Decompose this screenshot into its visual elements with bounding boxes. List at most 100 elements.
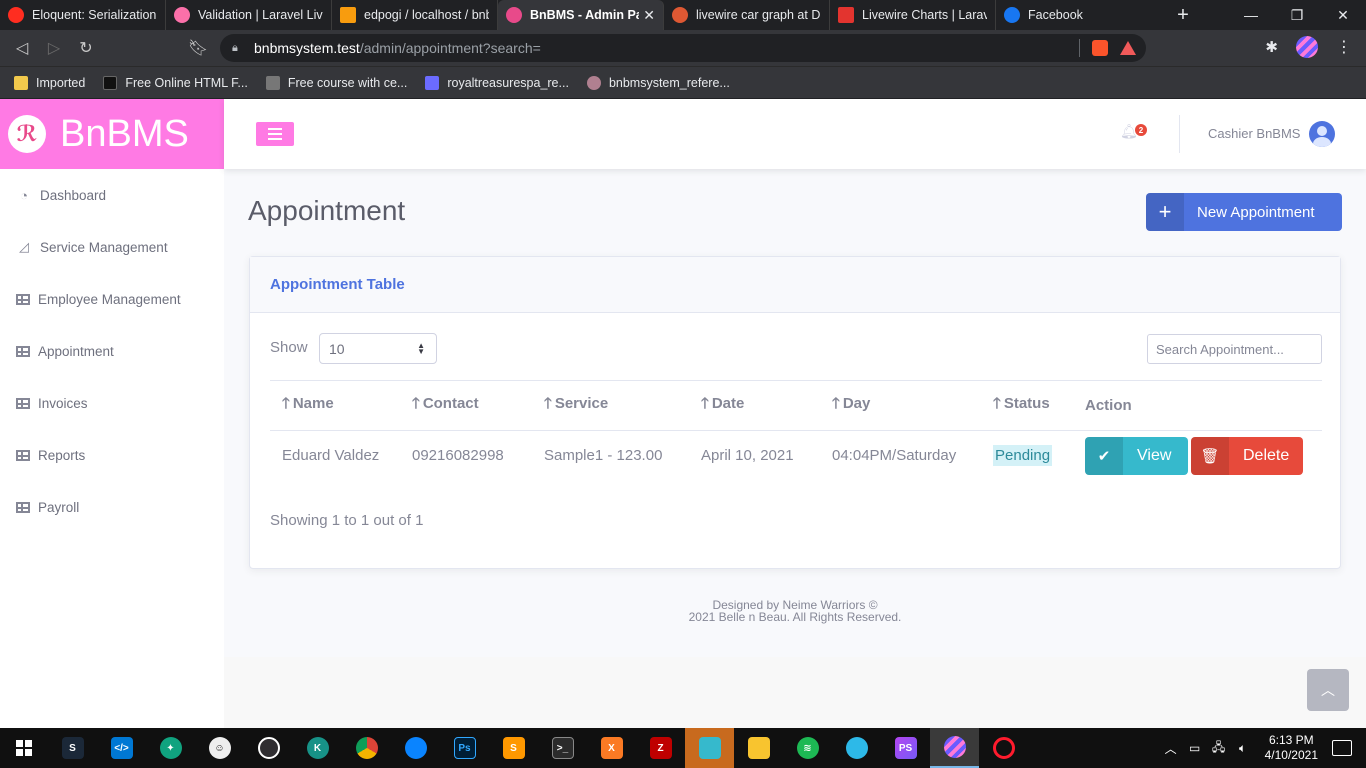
cell-service: Sample1 - 123.00: [544, 447, 663, 465]
network-icon[interactable]: 🖧︎: [1207, 738, 1231, 759]
taskbar-edge[interactable]: [832, 728, 881, 768]
select-caret-icon: ▲ ▼: [417, 341, 425, 356]
new-appointment-button[interactable]: + New Appointment: [1146, 193, 1342, 231]
search-input[interactable]: [1147, 334, 1322, 364]
forward-icon[interactable]: ▷: [38, 32, 70, 64]
taskbar-brave[interactable]: [930, 728, 979, 768]
table-icon: [16, 293, 30, 305]
user-name[interactable]: Cashier BnBMS: [1208, 126, 1300, 141]
taskbar-phpstorm[interactable]: PS: [881, 728, 930, 768]
bookmarks-bar: Imported Free Online HTML F... Free cour…: [0, 66, 1366, 98]
taskbar-filezilla[interactable]: Z: [636, 728, 685, 768]
chevron-up-icon[interactable]: ︿: [1159, 740, 1183, 757]
browser-tab[interactable]: Facebook: [996, 0, 1162, 30]
address-bar[interactable]: 🔒︎ bnbmsystem.test/admin/appointment?sea…: [220, 34, 1146, 62]
taskbar-chatgpt[interactable]: ✦: [146, 728, 195, 768]
scroll-to-top-button[interactable]: ︿: [1307, 669, 1349, 711]
sidebar-item-service-management[interactable]: ◿ Service Management: [0, 221, 224, 273]
new-tab-button[interactable]: +: [1168, 0, 1198, 30]
volume-icon[interactable]: 🔈︎: [1231, 741, 1255, 756]
duckduckgo-icon: [672, 7, 688, 23]
browser-tab[interactable]: Validation | Laravel Livew: [166, 0, 332, 30]
taskbar-vscode[interactable]: </>: [97, 728, 146, 768]
brave-rewards-icon[interactable]: [1120, 41, 1136, 55]
menu-icon[interactable]: ⋮: [1336, 37, 1352, 57]
sidebar-item-dashboard[interactable]: ◔ Dashboard: [0, 169, 224, 221]
taskbar-spotify[interactable]: ≋: [783, 728, 832, 768]
close-tab-icon[interactable]: ✕: [643, 7, 655, 24]
taskbar-app[interactable]: [685, 728, 734, 768]
column-header-service[interactable]: 🡑 Service: [532, 380, 689, 431]
edge-icon: [845, 737, 868, 759]
profile-avatar[interactable]: [1296, 36, 1318, 58]
brave-icon: [943, 736, 966, 758]
sidebar-item-appointment[interactable]: Appointment: [0, 325, 224, 377]
taskbar-steam[interactable]: S: [48, 728, 97, 768]
sidebar-item-payroll[interactable]: Payroll: [0, 481, 224, 533]
user-avatar-icon[interactable]: [1309, 121, 1335, 147]
browser-tab[interactable]: Livewire Charts | Laravel: [830, 0, 996, 30]
battery-icon[interactable]: ▭: [1183, 741, 1207, 755]
folder-icon: [14, 75, 28, 90]
back-icon[interactable]: ◁: [6, 32, 38, 64]
taskbar-sublime[interactable]: S: [489, 728, 538, 768]
bookmark-item[interactable]: Imported: [14, 75, 85, 90]
column-header-status[interactable]: 🡑 Status: [981, 380, 1073, 431]
chart-area-icon: ◿: [19, 239, 29, 254]
browser-tab-active[interactable]: BnBMS - Admin Panel ✕: [498, 0, 664, 30]
check-icon: ✔: [1085, 436, 1123, 475]
taskbar-photoshop[interactable]: Ps: [440, 728, 489, 768]
taskbar-gitkraken[interactable]: K: [293, 728, 342, 768]
browser-tab-strip: Eloquent: Serialization - Validation | L…: [0, 0, 1366, 30]
column-header-date[interactable]: 🡑 Date: [689, 380, 820, 431]
brand[interactable]: ℛ BnBMS: [0, 99, 224, 169]
restore-icon[interactable]: ❐: [1274, 0, 1320, 30]
brand-logo-icon: ℛ: [8, 115, 46, 153]
sort-arrow-icon: 🡑: [412, 395, 420, 412]
bookmark-icon[interactable]: 🔖︎: [182, 32, 214, 64]
close-window-icon[interactable]: ✕: [1320, 0, 1366, 30]
taskbar-face[interactable]: ☺: [195, 728, 244, 768]
bell-icon[interactable]: 🔔︎: [1120, 123, 1138, 139]
start-button[interactable]: [0, 728, 48, 768]
column-header-contact[interactable]: 🡑 Contact: [400, 380, 532, 431]
delete-button[interactable]: 🗑︎ Delete: [1191, 436, 1303, 475]
sidebar-item-employee-management[interactable]: Employee Management: [0, 273, 224, 325]
page-size-select[interactable]: 10 ▲ ▼: [319, 333, 437, 364]
taskbar-obs[interactable]: [244, 728, 293, 768]
view-button[interactable]: ✔ View: [1085, 436, 1188, 475]
taskbar-xampp[interactable]: X: [587, 728, 636, 768]
taskbar-file-explorer[interactable]: [734, 728, 783, 768]
minimize-icon[interactable]: —: [1228, 0, 1274, 30]
taskbar-opera[interactable]: [979, 728, 1028, 768]
column-header-name[interactable]: 🡑 Name: [270, 380, 400, 431]
royal-icon: [425, 75, 440, 90]
reload-icon[interactable]: ↻: [70, 32, 102, 64]
taskbar-terminal[interactable]: >_: [538, 728, 587, 768]
cell-name: Eduard Valdez: [282, 447, 380, 465]
sidebar-item-reports[interactable]: Reports: [0, 429, 224, 481]
browser-tab[interactable]: edpogi / localhost / bnbm: [332, 0, 498, 30]
brave-shields-icon[interactable]: [1092, 40, 1108, 56]
taskbar-firefox[interactable]: [391, 728, 440, 768]
appointment-table: 🡑 Name 🡑 Contact 🡑 Service 🡑 Date 🡑 Day 🡑 Stat…: [270, 380, 1322, 481]
sidebar-toggle-button[interactable]: [256, 122, 294, 146]
browser-tab[interactable]: Eloquent: Serialization -: [0, 0, 166, 30]
clock[interactable]: 6:13 PM 4/10/2021: [1265, 733, 1318, 763]
plus-icon: +: [1146, 193, 1184, 231]
file-explorer-icon: [747, 737, 770, 759]
notification-center-icon[interactable]: [1332, 740, 1352, 756]
extensions-icon[interactable]: ✱: [1265, 38, 1278, 56]
taskbar-chrome[interactable]: [342, 728, 391, 768]
bookmark-item[interactable]: Free course with ce...: [265, 75, 407, 90]
dashboard-icon: ◔: [20, 187, 28, 203]
lock-icon: 🔒︎: [232, 42, 238, 54]
sidebar-item-invoices[interactable]: Invoices: [0, 377, 224, 429]
bookmark-item[interactable]: Free Online HTML F...: [103, 75, 248, 90]
firefox-icon: [404, 737, 427, 759]
vscode-icon: </>: [110, 737, 133, 759]
column-header-day[interactable]: 🡑 Day: [820, 380, 981, 431]
bookmark-item[interactable]: royaltreasurespa_re...: [425, 75, 569, 90]
bookmark-item[interactable]: bnbmsystem_refere...: [586, 75, 730, 90]
browser-tab[interactable]: livewire car graph at Duck: [664, 0, 830, 30]
